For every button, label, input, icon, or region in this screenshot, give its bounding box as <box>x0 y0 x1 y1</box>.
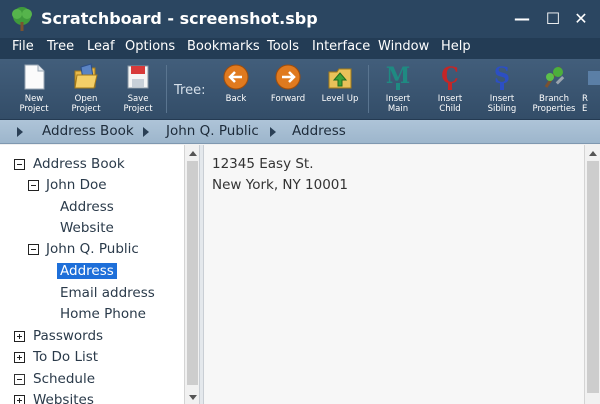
insert-child-icon: C <box>441 63 459 90</box>
collapse-icon[interactable] <box>14 159 25 170</box>
editor-line: New York, NY 10001 <box>212 177 348 193</box>
breadcrumb-arrow-icon <box>143 127 149 137</box>
menu-options[interactable]: Options <box>125 39 175 54</box>
tree-leaf-website[interactable]: Website <box>60 218 114 238</box>
tree-node-john-doe[interactable]: John Doe <box>28 175 178 195</box>
tree-node-passwords[interactable]: Passwords <box>14 326 184 346</box>
tree-toolbar-label: Tree: <box>174 83 206 98</box>
breadcrumb: Address Book John Q. Public Address <box>0 120 600 144</box>
editor-scroll-thumb[interactable] <box>587 161 599 393</box>
forward-arrow-icon <box>275 64 301 90</box>
insert-sibling-icon: S <box>494 63 510 90</box>
editor-line: 12345 Easy St. <box>212 156 314 172</box>
open-project-button[interactable]: Open Project <box>62 63 110 117</box>
back-arrow-icon <box>223 64 249 90</box>
tree-leaf-home-phone[interactable]: Home Phone <box>60 304 146 324</box>
open-folder-icon <box>74 63 98 89</box>
save-project-button[interactable]: Save Project <box>114 63 162 117</box>
level-up-icon <box>328 68 352 89</box>
menu-tree[interactable]: Tree <box>47 39 74 54</box>
expand-icon[interactable] <box>14 331 25 342</box>
empty-node-icon <box>14 374 25 385</box>
new-project-button[interactable]: New Project <box>10 63 58 117</box>
menu-bookmarks[interactable]: Bookmarks <box>187 39 260 54</box>
back-button[interactable]: Back <box>212 63 260 117</box>
menu-leaf[interactable]: Leaf <box>87 39 115 54</box>
tree-leaf-address-selected[interactable]: Address <box>57 261 117 281</box>
tree-scrollbar[interactable] <box>184 145 199 404</box>
tree-node-schedule[interactable]: Schedule <box>14 369 184 389</box>
scroll-up-arrow-icon[interactable] <box>589 151 597 156</box>
tree-leaf-email-address[interactable]: Email address <box>60 283 155 303</box>
partial-toolbar-button[interactable]: R E <box>582 63 600 117</box>
collapse-icon[interactable] <box>28 244 39 255</box>
tree-node-websites[interactable]: Websites <box>14 390 184 404</box>
toolbar-separator <box>166 65 167 113</box>
scroll-up-arrow-icon[interactable] <box>189 151 197 156</box>
tree-scroll-thumb[interactable] <box>187 161 198 385</box>
menu-window[interactable]: Window <box>378 39 429 54</box>
menu-interface[interactable]: Interface <box>312 39 370 54</box>
tree-node-to-do-list[interactable]: To Do List <box>14 347 184 367</box>
branch-properties-icon <box>544 66 565 88</box>
toolbar-separator <box>368 65 369 113</box>
menu-tools[interactable]: Tools <box>267 39 299 54</box>
toolbar: New Project Open Project Save Project Tr… <box>0 59 600 120</box>
tree-pane: Address Book John Doe Address Website Jo… <box>0 145 185 404</box>
expand-icon[interactable] <box>14 352 25 363</box>
menu-help[interactable]: Help <box>441 39 471 54</box>
tree-node-john-q-public[interactable]: John Q. Public <box>28 239 178 259</box>
tree-leaf-address[interactable]: Address <box>60 197 114 217</box>
insert-main-icon: M <box>386 63 410 90</box>
title-bar: Scratchboard - screenshot.sbp — ☐ ✕ <box>0 0 600 38</box>
collapse-icon[interactable] <box>28 180 39 191</box>
insert-child-button[interactable]: C Insert Child <box>426 63 474 117</box>
save-disk-icon <box>127 65 149 89</box>
leaf-editor[interactable]: 12345 Easy St. New York, NY 10001 <box>204 145 584 404</box>
level-up-button[interactable]: Level Up <box>316 63 364 117</box>
insert-sibling-button[interactable]: S Insert Sibling <box>478 63 526 117</box>
forward-button[interactable]: Forward <box>264 63 312 117</box>
breadcrumb-arrow-icon <box>17 127 23 137</box>
branch-properties-button[interactable]: Branch Properties <box>530 63 578 117</box>
close-button[interactable]: ✕ <box>569 9 593 29</box>
editor-scrollbar[interactable] <box>584 145 600 404</box>
partial-button-icon <box>588 71 600 85</box>
breadcrumb-item-john-q-public[interactable]: John Q. Public <box>166 123 259 139</box>
maximize-button[interactable]: ☐ <box>541 9 565 29</box>
menu-file[interactable]: File <box>12 39 34 54</box>
breadcrumb-item-address-book[interactable]: Address Book <box>42 123 134 139</box>
new-document-icon <box>24 64 45 90</box>
tree-app-icon <box>12 7 32 31</box>
insert-main-button[interactable]: M Insert Main <box>374 63 422 117</box>
breadcrumb-item-address[interactable]: Address <box>292 123 346 139</box>
expand-icon[interactable] <box>14 395 25 404</box>
scroll-down-arrow-icon[interactable] <box>189 395 197 400</box>
minimize-button[interactable]: — <box>510 9 534 29</box>
tree-node-address-book[interactable]: Address Book <box>14 154 184 174</box>
window-title: Scratchboard - screenshot.sbp <box>41 9 318 28</box>
menu-bar: File Tree Leaf Options Bookmarks Tools I… <box>0 38 600 59</box>
breadcrumb-arrow-icon <box>270 127 276 137</box>
